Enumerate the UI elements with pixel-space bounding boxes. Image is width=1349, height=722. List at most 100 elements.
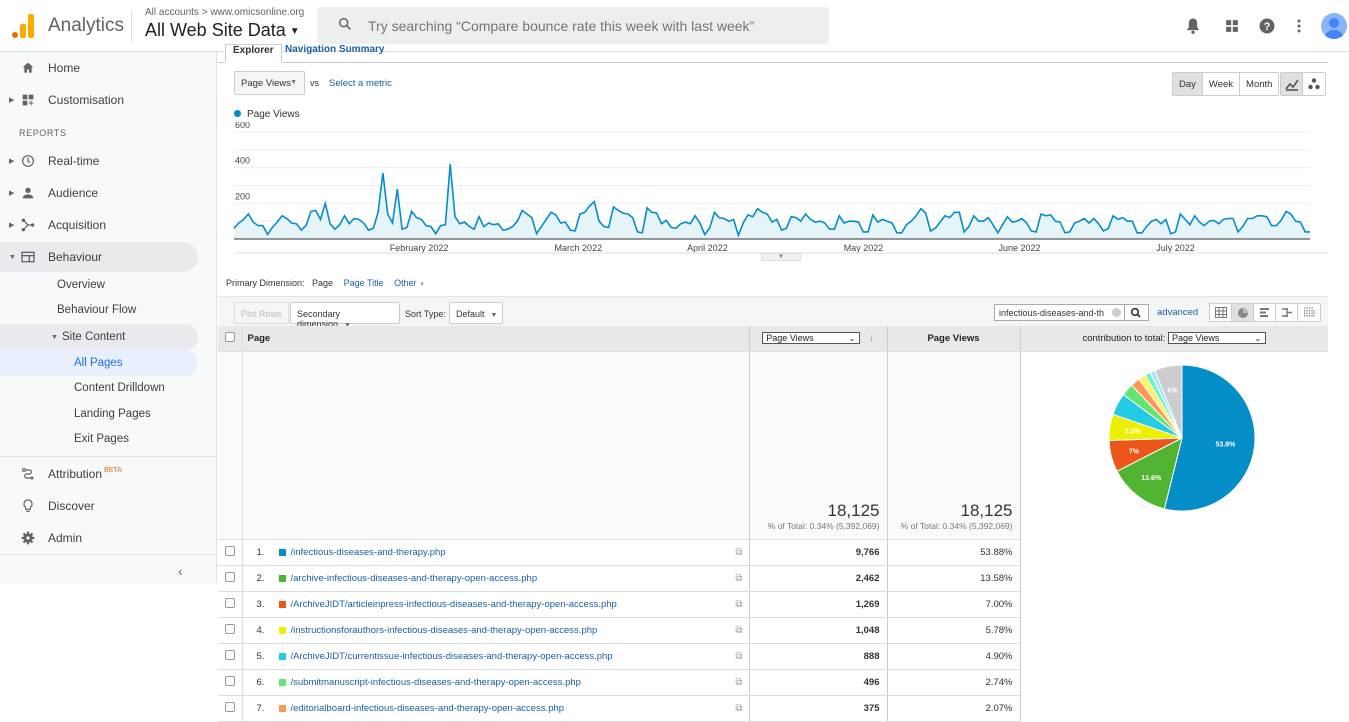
select-metric-link[interactable]: Select a metric [329, 78, 392, 89]
data-view-button[interactable] [1210, 304, 1232, 321]
search-placeholder: Try searching “Compare bounce rate this … [368, 18, 755, 34]
primary-dimension-bar: Primary Dimension: Page Page Title Other… [226, 278, 425, 288]
motion-chart-button[interactable] [1303, 73, 1325, 95]
row-checkbox[interactable] [224, 676, 235, 686]
open-page-icon[interactable]: ⧉ [735, 651, 742, 662]
page-views-column-header[interactable]: Page Views [887, 326, 1021, 352]
contribution-select[interactable]: Page Views ⌄ [1168, 332, 1267, 345]
sidebar-item-site-content[interactable]: ▼ Site Content [0, 324, 198, 350]
page-link[interactable]: /ArchiveJIDT/currentissue-infectious-dis… [291, 651, 613, 662]
percent-cell: 5.78% [887, 617, 1021, 644]
chart-legend: Page Views [234, 109, 300, 120]
row-checkbox[interactable] [224, 598, 235, 608]
open-page-icon[interactable]: ⧉ [735, 547, 742, 558]
sidebar-item-audience[interactable]: ▶ Audience [0, 178, 198, 208]
page-link[interactable]: /ArchiveJIDT/articleinpress-infectious-d… [291, 599, 617, 610]
sidebar-item-discover[interactable]: Discover [0, 491, 198, 521]
pie-slice-label: 7% [1128, 448, 1139, 455]
collapse-sidebar-icon[interactable]: ‹ [178, 563, 183, 579]
secondary-dimension-select[interactable]: Secondary dimension ▼ [290, 302, 400, 329]
row-checkbox[interactable] [224, 650, 235, 660]
page-link[interactable]: /submitmanuscript-infectious-diseases-an… [291, 677, 581, 688]
page-link[interactable]: /instructionsforauthors-infectious-disea… [291, 625, 598, 636]
totals-metric-cell: 18,125% of Total: 0.34% (5,392,069) [749, 351, 888, 540]
filter-search-button[interactable] [1124, 305, 1148, 320]
dimension-page-title[interactable]: Page Title [344, 278, 384, 288]
pivot-view-button[interactable] [1298, 304, 1320, 321]
row-checkbox[interactable] [224, 702, 235, 712]
line-chart-button[interactable] [1281, 73, 1303, 95]
sidebar-item-attribution[interactable]: Attribution BETA [0, 459, 198, 489]
sidebar-item-home[interactable]: Home [0, 53, 198, 83]
x-tick-label: July 2022 [1156, 243, 1195, 253]
plot-rows-button[interactable]: Plot Rows [234, 302, 289, 324]
apps-grid-icon[interactable] [1222, 16, 1242, 36]
x-tick-label: April 2022 [687, 243, 728, 253]
metric-selector[interactable]: Page Views ▼ [234, 71, 305, 95]
sidebar-item-content-drilldown[interactable]: Content Drilldown [74, 382, 165, 394]
open-page-icon[interactable]: ⧉ [735, 599, 742, 610]
percentage-view-button[interactable] [1232, 304, 1254, 321]
open-page-icon[interactable]: ⧉ [735, 677, 742, 688]
page-link[interactable]: /editorialboard-infectious-diseases-and-… [291, 703, 565, 714]
week-button[interactable]: Week [1202, 73, 1241, 95]
account-breadcrumb[interactable]: All accounts > www.omicsonline.org [145, 7, 304, 18]
metric-column-select[interactable]: Page Views ⌄ [762, 332, 861, 345]
avatar[interactable] [1321, 13, 1347, 39]
series-swatch [278, 626, 286, 634]
totals-label-cell [242, 351, 750, 540]
row-checkbox[interactable] [224, 546, 235, 556]
attribution-icon [21, 467, 34, 480]
sidebar-item-behaviour[interactable]: ▼ Behaviour [0, 242, 198, 272]
comparison-view-button[interactable] [1276, 304, 1298, 321]
performance-view-button[interactable] [1254, 304, 1276, 321]
bell-icon[interactable] [1183, 16, 1203, 36]
more-vert-icon[interactable] [1289, 16, 1309, 36]
open-page-icon[interactable]: ⧉ [735, 625, 742, 636]
sidebar-item-landing-pages[interactable]: Landing Pages [74, 408, 151, 420]
sidebar-item-customisation[interactable]: ▶ Customisation [0, 85, 198, 115]
open-page-icon[interactable]: ⧉ [735, 573, 742, 584]
clear-filter-icon[interactable] [1112, 308, 1121, 317]
metric-column-value: Page Views [766, 333, 814, 344]
chart-resize-handle[interactable]: ▼ [761, 253, 801, 261]
page-link[interactable]: /infectious-diseases-and-therapy.php [291, 547, 446, 558]
sidebar-item-overview[interactable]: Overview [57, 279, 105, 291]
dimension-other[interactable]: Other ▼ [394, 278, 425, 288]
sidebar-item-label: Discover [48, 499, 95, 513]
day-button[interactable]: Day [1173, 73, 1203, 95]
analytics-logo-icon[interactable] [12, 14, 34, 38]
sidebar-item-realtime[interactable]: ▶ Real-time [0, 146, 198, 176]
property-selector[interactable]: All Web Site Data ▼ [145, 20, 300, 41]
page-link[interactable]: /archive-infectious-diseases-and-therapy… [291, 573, 538, 584]
vs-label: vs [310, 78, 319, 88]
advanced-filter-link[interactable]: advanced [1157, 307, 1198, 318]
sidebar-item-admin[interactable]: Admin [0, 523, 198, 553]
help-icon[interactable]: ? [1257, 16, 1277, 36]
tab-navigation-summary[interactable]: Navigation Summary [278, 44, 391, 63]
pie-slice-label: 6% [1167, 387, 1178, 394]
sidebar-item-behaviour-flow[interactable]: Behaviour Flow [57, 304, 136, 316]
percent-cell: 2.74% [887, 669, 1021, 696]
tab-explorer[interactable]: Explorer [225, 44, 282, 63]
total-percent: % of Total: 0.34% (5,392,069) [767, 521, 880, 531]
select-all-checkbox[interactable] [224, 331, 235, 342]
page-views-cell: 888 [749, 643, 888, 670]
search-bar[interactable]: Try searching “Compare bounce rate this … [317, 7, 829, 44]
sidebar-item-acquisition[interactable]: ▶ Acquisition [0, 210, 198, 240]
sidebar-item-all-pages[interactable]: All Pages [0, 350, 198, 376]
table-row: 5. /ArchiveJIDT/currentissue-infectious-d… [218, 643, 1328, 670]
page-column-header[interactable]: Page [242, 326, 750, 352]
row-checkbox[interactable] [224, 624, 235, 634]
row-select-cell [218, 591, 243, 618]
sidebar-item-exit-pages[interactable]: Exit Pages [74, 433, 129, 445]
sort-type-select[interactable]: Default ▼ [449, 302, 503, 324]
sort-desc-icon[interactable]: ↓ [869, 333, 874, 344]
month-button[interactable]: Month [1240, 73, 1279, 95]
clock-icon [22, 155, 34, 167]
pie-chart-icon [1237, 307, 1248, 318]
row-checkbox[interactable] [224, 572, 235, 582]
behaviour-icon [21, 251, 35, 263]
table-filter-input[interactable]: infectious-diseases-and-th [994, 304, 1149, 321]
open-page-icon[interactable]: ⧉ [735, 703, 742, 714]
